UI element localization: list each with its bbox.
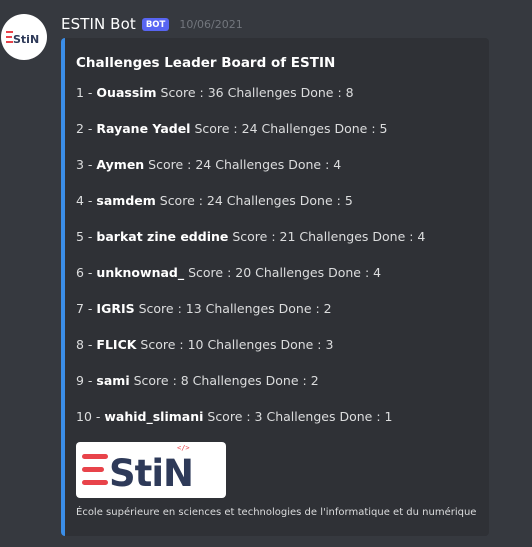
embed-image[interactable]: StiN </> [76,442,226,498]
row-rank: 10 - [76,409,105,424]
leaderboard-list: 1 - Ouassim Score : 36 Challenges Done :… [76,85,425,445]
leaderboard-row: 1 - Ouassim Score : 36 Challenges Done :… [76,85,425,121]
leaderboard-row: 4 - samdem Score : 24 Challenges Done : … [76,193,425,229]
row-player-name: Ouassim [96,85,157,100]
leaderboard-row: 7 - IGRIS Score : 13 Challenges Done : 2 [76,301,425,337]
row-player-name: IGRIS [96,301,135,316]
row-details: Score : 24 Challenges Done : 5 [155,193,353,208]
row-rank: 5 - [76,229,97,244]
svg-text:StiN: StiN [13,33,39,46]
leaderboard-row: 9 - sami Score : 8 Challenges Done : 2 [76,373,425,409]
avatar[interactable]: StiN [1,14,47,60]
leaderboard-row: 10 - wahid_slimani Score : 3 Challenges … [76,409,425,445]
row-rank: 9 - [76,373,97,388]
svg-text:StiN: StiN [109,452,193,495]
row-rank: 1 - [76,85,97,100]
leaderboard-row: 5 - barkat zine eddine Score : 21 Challe… [76,229,425,265]
leaderboard-row: 8 - FLICK Score : 10 Challenges Done : 3 [76,337,425,373]
row-player-name: barkat zine eddine [96,229,229,244]
code-brackets-icon: </> [177,444,190,452]
row-details: Score : 24 Challenges Done : 4 [144,157,342,172]
estin-logo-icon: StiN [6,31,39,46]
embed-title: Challenges Leader Board of ESTIN [76,55,336,71]
row-player-name: wahid_slimani [104,409,204,424]
row-details: Score : 20 Challenges Done : 4 [184,265,382,280]
row-player-name: sami [96,373,130,388]
row-details: Score : 21 Challenges Done : 4 [228,229,426,244]
row-details: Score : 8 Challenges Done : 2 [129,373,319,388]
svg-text:</>: </> [177,444,190,452]
row-rank: 2 - [76,121,97,136]
row-details: Score : 13 Challenges Done : 2 [134,301,332,316]
leaderboard-row: 6 - unknownad_ Score : 20 Challenges Don… [76,265,425,301]
row-rank: 4 - [76,193,97,208]
message-header: ESTIN Bot BOT 10/06/2021 [61,12,243,36]
bot-badge: BOT [141,17,170,31]
row-rank: 7 - [76,301,97,316]
row-details: Score : 3 Challenges Done : 1 [203,409,393,424]
leaderboard-row: 2 - Rayane Yadel Score : 24 Challenges D… [76,121,425,157]
row-details: Score : 10 Challenges Done : 3 [136,337,334,352]
row-details: Score : 36 Challenges Done : 8 [156,85,354,100]
row-player-name: unknownad_ [96,265,185,280]
author-name[interactable]: ESTIN Bot [61,15,136,33]
row-rank: 6 - [76,265,97,280]
estin-logo-icon: StiN </> [82,444,194,495]
leaderboard-row: 3 - Aymen Score : 24 Challenges Done : 4 [76,157,425,193]
row-player-name: Aymen [96,157,145,172]
row-rank: 3 - [76,157,97,172]
leaderboard-embed: Challenges Leader Board of ESTIN 1 - Oua… [61,38,489,536]
row-rank: 8 - [76,337,97,352]
row-player-name: samdem [96,193,156,208]
row-player-name: FLICK [96,337,137,352]
row-player-name: Rayane Yadel [96,121,191,136]
message-timestamp[interactable]: 10/06/2021 [179,18,242,31]
embed-footer: École supérieure en sciences et technolo… [76,507,477,518]
row-details: Score : 24 Challenges Done : 5 [190,121,388,136]
